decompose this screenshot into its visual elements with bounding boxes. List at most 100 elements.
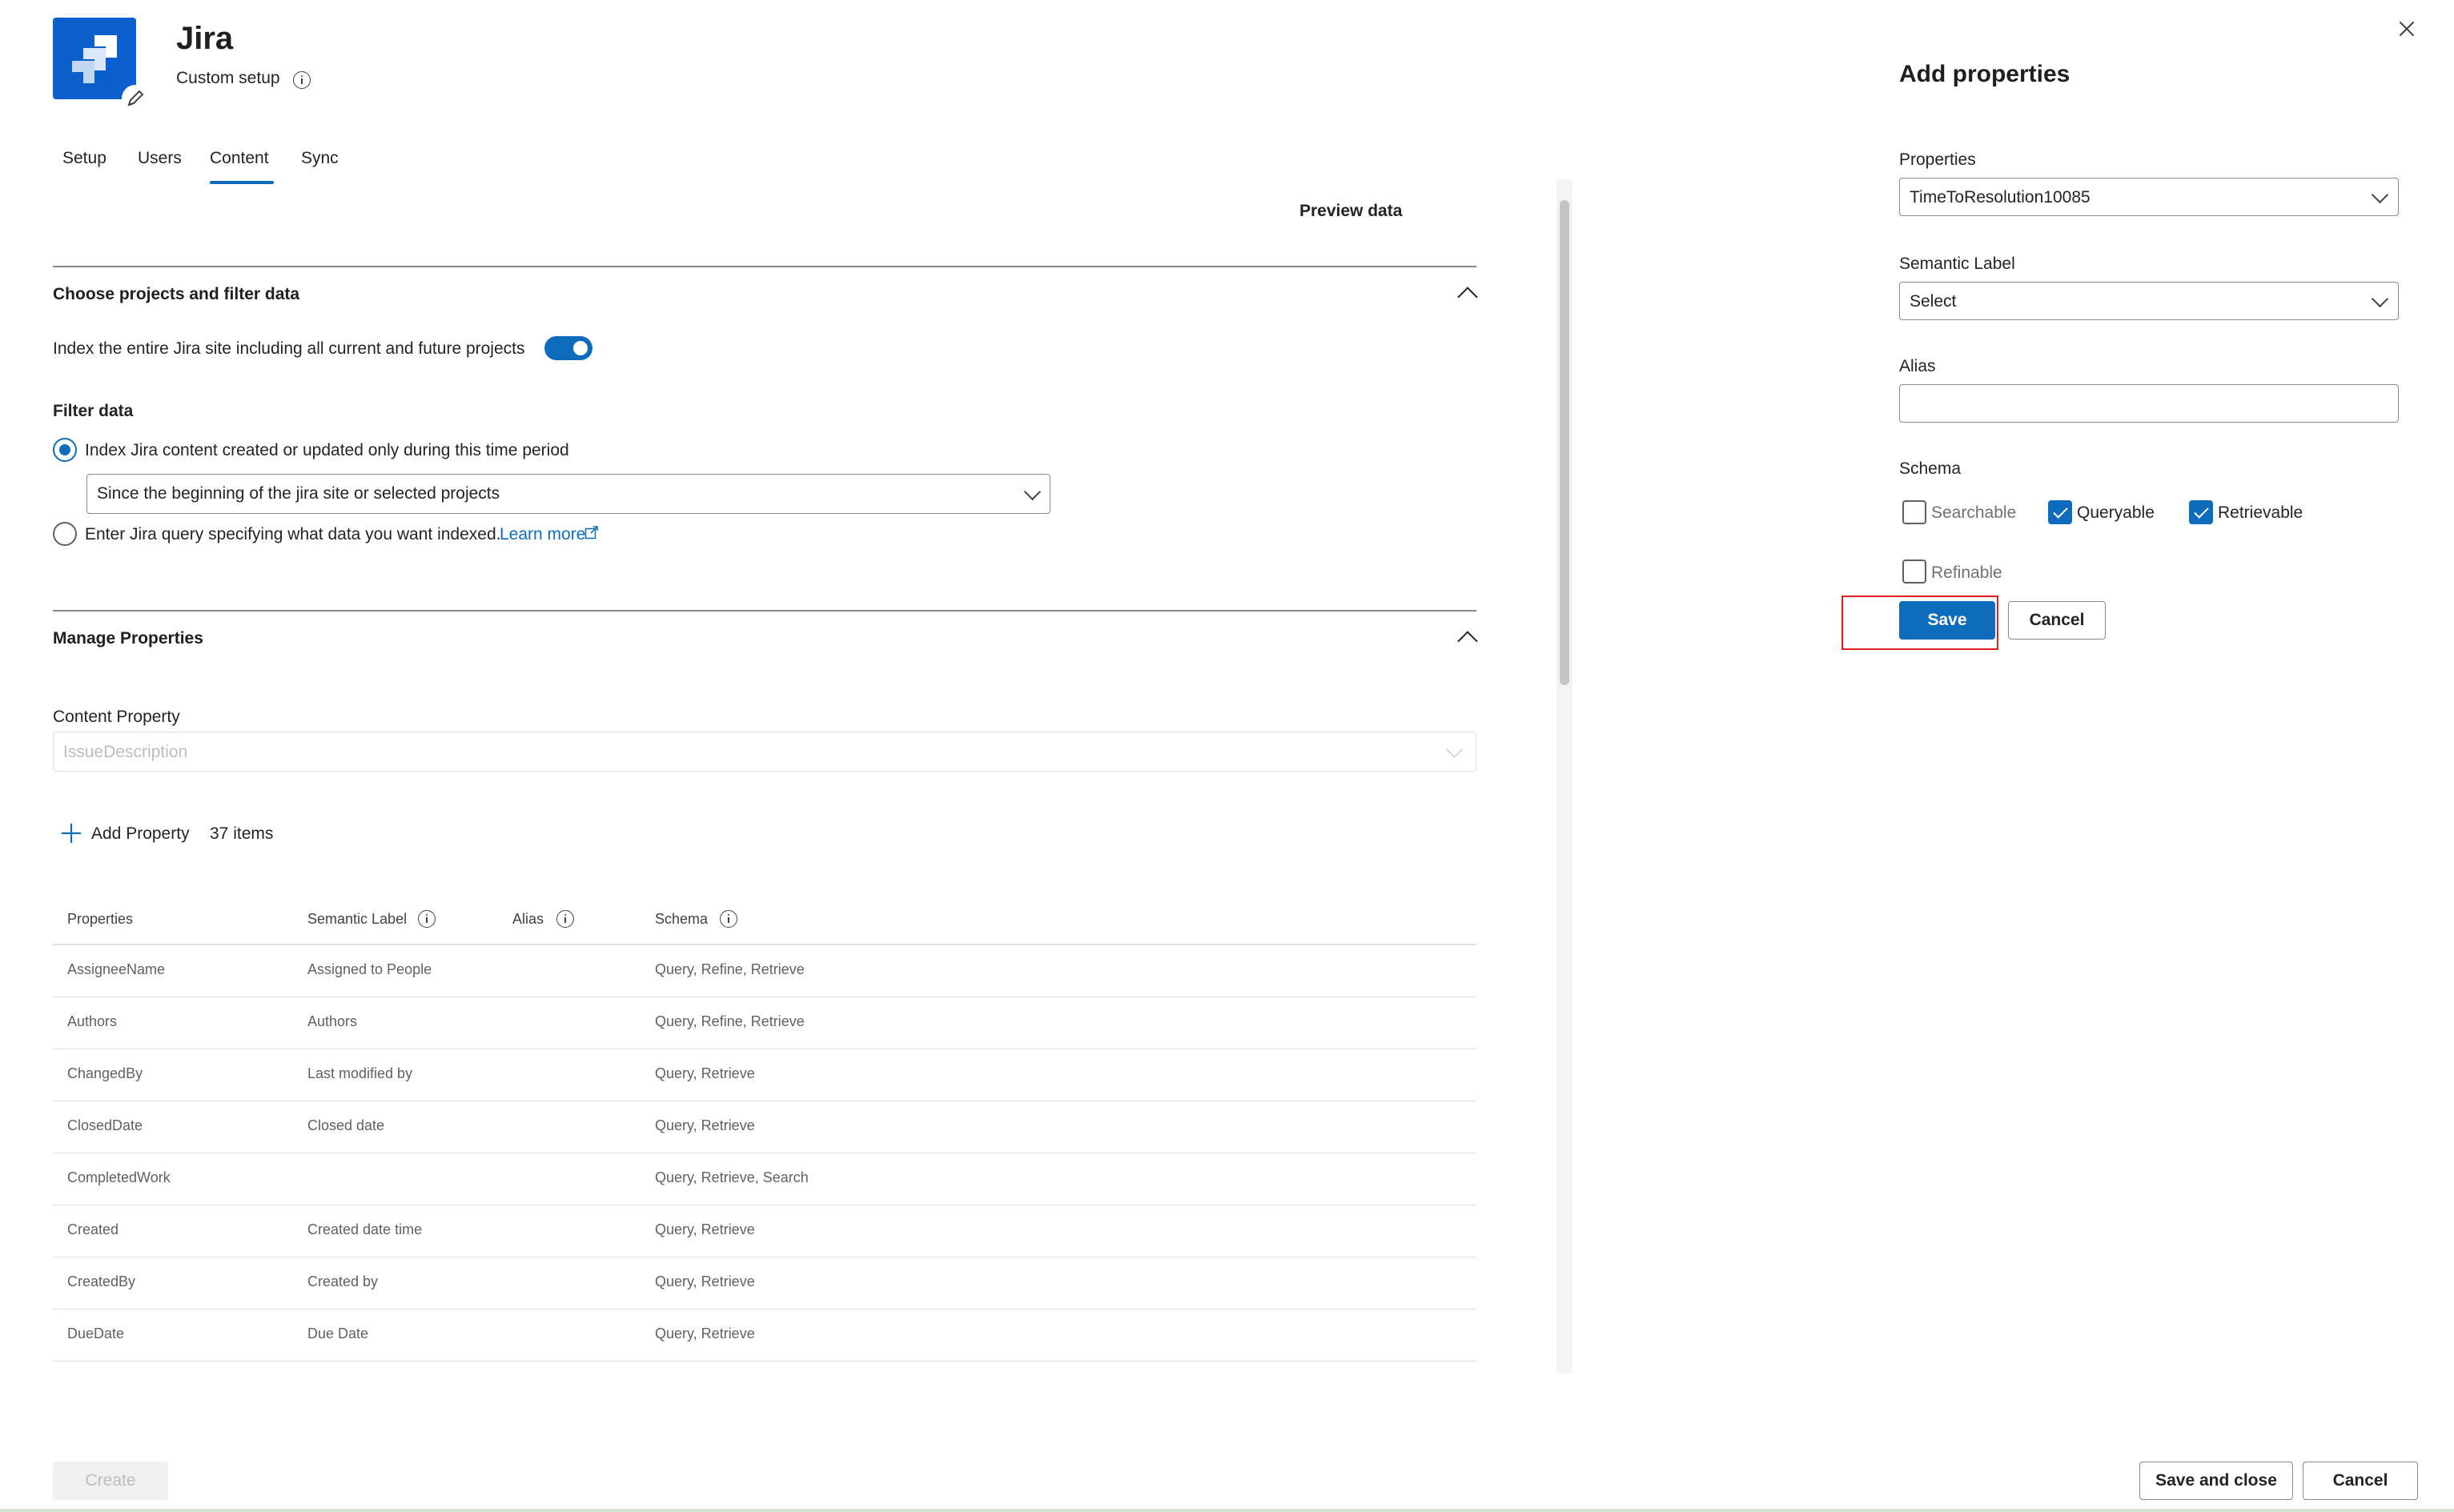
time-period-radio-label: Index Jira content created or updated on…	[85, 441, 569, 459]
jira-mark-icon	[72, 35, 117, 83]
panel-save-button[interactable]: Save	[1899, 601, 1995, 640]
chevron-down-icon	[1445, 740, 1464, 759]
col-schema[interactable]: Schema	[655, 911, 708, 928]
cell-schema: Query, Retrieve	[655, 1273, 755, 1289]
cell-schema: Query, Refine, Retrieve	[655, 1013, 805, 1029]
cell-property: Created	[67, 1221, 119, 1237]
semantic-label-select[interactable]: Select	[1899, 282, 2399, 320]
cell-semantic: Created by	[307, 1273, 379, 1289]
jira-query-radio[interactable]	[53, 522, 77, 546]
tab-sync[interactable]: Sync	[301, 149, 339, 168]
items-count: 37 items	[210, 824, 274, 843]
bottom-border	[0, 1509, 2454, 1512]
close-icon[interactable]	[2397, 19, 2416, 38]
jira-query-radio-label: Enter Jira query specifying what data yo…	[85, 525, 501, 543]
section-divider	[53, 266, 1476, 267]
info-icon[interactable]	[293, 71, 311, 89]
external-link-icon	[584, 525, 599, 543]
panel-title: Add properties	[1899, 61, 2070, 87]
table-row[interactable]: ChangedBy Last modified by Query, Retrie…	[53, 1049, 1476, 1101]
semantic-label-label: Semantic Label	[1899, 255, 2015, 273]
content-property-select[interactable]: IssueDescription	[53, 732, 1476, 772]
refinable-checkbox[interactable]	[1902, 559, 1926, 584]
preview-data-button[interactable]: Preview data	[1299, 202, 1402, 221]
cell-schema: Query, Refine, Retrieve	[655, 961, 805, 977]
cell-property: ClosedDate	[67, 1117, 143, 1133]
table-row[interactable]: AssigneeName Assigned to People Query, R…	[53, 945, 1476, 997]
section-divider	[53, 610, 1476, 612]
alias-label: Alias	[1899, 357, 1936, 375]
plus-icon[interactable]	[61, 823, 82, 848]
scrollbar-thumb[interactable]	[1560, 200, 1569, 685]
properties-select[interactable]: TimeToResolution10085	[1899, 178, 2399, 216]
cell-schema: Query, Retrieve	[655, 1117, 755, 1133]
collapse-chevron-icon[interactable]	[1457, 631, 1478, 652]
cell-schema: Query, Retrieve	[655, 1065, 755, 1081]
cell-semantic: Authors	[307, 1013, 358, 1029]
learn-more-link[interactable]: Learn more	[500, 525, 585, 544]
cell-property: CreatedBy	[67, 1273, 136, 1289]
table-row[interactable]: CompletedWork Query, Retrieve, Search	[53, 1153, 1476, 1205]
table-row[interactable]: Authors Authors Query, Refine, Retrieve	[53, 997, 1476, 1049]
retrievable-label: Retrievable	[2218, 503, 2303, 522]
tab-setup[interactable]: Setup	[62, 149, 106, 168]
cell-property: Authors	[67, 1013, 118, 1029]
alias-input[interactable]	[1899, 384, 2399, 423]
retrievable-checkbox[interactable]	[2189, 500, 2213, 524]
time-period-radio[interactable]	[53, 438, 77, 462]
table-row[interactable]: CreatedBy Created by Query, Retrieve	[53, 1257, 1476, 1309]
content-property-value: IssueDescription	[63, 743, 188, 761]
page-subtitle: Custom setup	[176, 69, 280, 87]
tab-content[interactable]: Content	[210, 149, 269, 168]
edit-icon[interactable]	[122, 85, 149, 112]
col-semantic-label[interactable]: Semantic Label	[307, 911, 407, 928]
manage-section-title: Manage Properties	[53, 629, 203, 648]
table-row[interactable]: Created Created date time Query, Retriev…	[53, 1205, 1476, 1257]
searchable-checkbox[interactable]	[1902, 500, 1926, 524]
table-row[interactable]: DueDate Due Date Query, Retrieve	[53, 1309, 1476, 1362]
cell-schema: Query, Retrieve	[655, 1326, 755, 1342]
properties-value: TimeToResolution10085	[1910, 188, 2091, 207]
queryable-checkbox[interactable]	[2048, 500, 2072, 524]
index-entire-toggle[interactable]	[544, 336, 592, 360]
info-icon[interactable]	[556, 910, 574, 928]
cell-property: DueDate	[67, 1326, 125, 1342]
info-icon[interactable]	[720, 910, 737, 928]
cell-semantic: Created date time	[307, 1221, 423, 1237]
cell-semantic: Due Date	[307, 1326, 369, 1342]
table-row[interactable]: ClosedDate Closed date Query, Retrieve	[53, 1101, 1476, 1153]
info-icon[interactable]	[418, 910, 436, 928]
add-property-button[interactable]: Add Property	[91, 824, 190, 844]
filter-section-title: Choose projects and filter data	[53, 285, 300, 303]
col-properties[interactable]: Properties	[67, 911, 133, 928]
cell-property: ChangedBy	[67, 1065, 143, 1081]
index-entire-label: Index the entire Jira site including all…	[53, 339, 525, 358]
panel-cancel-button[interactable]: Cancel	[2008, 601, 2106, 640]
schema-label: Schema	[1899, 459, 1962, 478]
col-alias[interactable]: Alias	[512, 911, 544, 928]
cell-semantic: Closed date	[307, 1117, 385, 1133]
filter-data-heading: Filter data	[53, 402, 134, 420]
cell-property: AssigneeName	[67, 961, 166, 977]
queryable-label: Queryable	[2077, 503, 2155, 522]
chevron-down-icon	[2371, 290, 2389, 308]
semantic-label-value: Select	[1910, 292, 1957, 311]
cell-schema: Query, Retrieve	[655, 1221, 755, 1237]
time-period-select[interactable]: Since the beginning of the jira site or …	[86, 474, 1050, 514]
cell-property: CompletedWork	[67, 1169, 171, 1185]
create-button[interactable]: Create	[53, 1462, 168, 1500]
page-title: Jira	[176, 21, 234, 56]
footer-cancel-button[interactable]: Cancel	[2303, 1462, 2418, 1500]
cell-schema: Query, Retrieve, Search	[655, 1169, 809, 1185]
tab-users[interactable]: Users	[138, 149, 182, 168]
active-tab-indicator	[210, 181, 274, 184]
chevron-down-icon	[1023, 483, 1042, 501]
properties-label: Properties	[1899, 150, 1976, 169]
content-property-label: Content Property	[53, 708, 180, 726]
searchable-label: Searchable	[1931, 503, 2017, 522]
collapse-chevron-icon[interactable]	[1457, 287, 1478, 307]
time-period-value: Since the beginning of the jira site or …	[97, 484, 500, 503]
refinable-label: Refinable	[1931, 563, 2002, 582]
save-and-close-button[interactable]: Save and close	[2139, 1462, 2293, 1500]
cell-semantic: Last modified by	[307, 1065, 413, 1081]
